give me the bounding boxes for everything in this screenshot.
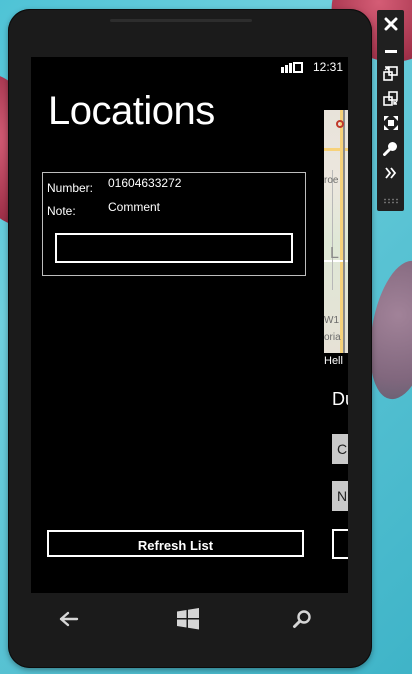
note-value: Comment bbox=[108, 200, 161, 214]
map-station-marker bbox=[336, 120, 344, 128]
next-panel-button[interactable] bbox=[332, 529, 348, 559]
additional-tools-button[interactable] bbox=[380, 162, 401, 183]
minimize-button[interactable] bbox=[380, 37, 401, 58]
list-item[interactable]: Number: 01604633272 Note: Comment bbox=[42, 172, 306, 276]
start-button[interactable] bbox=[173, 604, 203, 634]
phone-speaker bbox=[110, 19, 252, 22]
zoom-button[interactable] bbox=[380, 137, 401, 158]
zoom-icon bbox=[382, 141, 397, 156]
map-rail-line bbox=[332, 170, 333, 290]
windows-logo-icon bbox=[177, 608, 199, 630]
map-label: oria bbox=[324, 332, 341, 343]
rotate-left-icon bbox=[382, 65, 398, 81]
signal-icon bbox=[281, 62, 303, 73]
close-icon bbox=[384, 17, 397, 30]
map-rail-line bbox=[343, 110, 345, 353]
number-value: 01604633272 bbox=[108, 176, 182, 190]
map-label: W1 bbox=[324, 315, 339, 326]
rotate-right-icon bbox=[382, 90, 398, 106]
status-clock: 12:31 bbox=[313, 60, 344, 74]
back-arrow-icon bbox=[59, 611, 79, 627]
additional-tools-icon bbox=[384, 166, 396, 179]
note-label: Note: bbox=[47, 204, 76, 218]
map-label: roe bbox=[324, 175, 339, 186]
map-caption: Hell bbox=[324, 355, 343, 367]
fit-to-screen-button[interactable] bbox=[380, 112, 401, 133]
next-panel-input-2[interactable]: N bbox=[332, 481, 348, 511]
fit-to-screen-icon bbox=[383, 115, 398, 130]
item-text-input[interactable] bbox=[55, 233, 293, 263]
close-button[interactable] bbox=[380, 13, 401, 34]
map-view[interactable]: roe L W1 oria bbox=[324, 110, 348, 353]
next-panel-heading: Du bbox=[332, 389, 348, 409]
number-label: Number: bbox=[47, 181, 94, 195]
search-button[interactable] bbox=[287, 604, 317, 634]
back-button[interactable] bbox=[54, 604, 84, 634]
phone-screen: 12:31 Locations Number: 01604633272 Note… bbox=[31, 57, 348, 593]
toolbar-grip[interactable] bbox=[383, 198, 398, 204]
page-title: Locations bbox=[48, 89, 215, 133]
map-label: L bbox=[330, 245, 339, 262]
rotate-right-button[interactable] bbox=[380, 87, 401, 108]
rotate-left-button[interactable] bbox=[380, 62, 401, 83]
next-panel-input-1[interactable]: C bbox=[332, 434, 348, 464]
refresh-list-button[interactable]: Refresh List bbox=[47, 530, 304, 557]
search-icon bbox=[293, 610, 311, 628]
minimize-icon bbox=[384, 49, 397, 53]
status-bar: 12:31 bbox=[31, 57, 348, 79]
emulator-toolbar bbox=[377, 10, 404, 211]
phone-emulator: 12:31 Locations Number: 01604633272 Note… bbox=[8, 9, 372, 668]
